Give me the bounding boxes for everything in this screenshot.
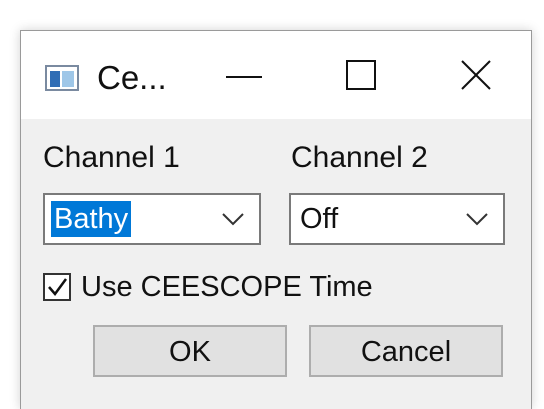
ok-button[interactable]: OK: [93, 325, 287, 377]
channel-dialog: Ce... Channel 1 Channel 2 Bathy Off Use …: [20, 30, 532, 409]
cancel-button[interactable]: Cancel: [309, 325, 503, 377]
chevron-down-icon: [222, 213, 244, 226]
close-button[interactable]: [438, 47, 518, 107]
minimize-button[interactable]: [204, 47, 284, 107]
channel-1-label: Channel 1: [43, 141, 180, 174]
use-time-checkbox[interactable]: [43, 273, 71, 301]
use-time-label[interactable]: Use CEESCOPE Time: [81, 271, 373, 304]
channel-1-selected-value: Bathy: [51, 201, 132, 237]
chevron-down-icon: [466, 213, 488, 226]
app-icon-pane-right: [62, 71, 74, 87]
channel-2-selected-value: Off: [300, 203, 339, 235]
close-icon: [461, 60, 491, 90]
title-bar[interactable]: Ce...: [21, 31, 531, 119]
channel-1-select[interactable]: Bathy: [43, 193, 261, 245]
window-title: Ce...: [97, 59, 167, 96]
maximize-button[interactable]: [321, 47, 401, 107]
channel-2-label: Channel 2: [291, 141, 428, 174]
app-icon-pane-left: [50, 71, 60, 87]
window-app-icon[interactable]: [45, 65, 79, 91]
maximize-icon: [346, 60, 376, 90]
channel-2-select[interactable]: Off: [289, 193, 505, 245]
minimize-icon: [226, 76, 262, 78]
checkmark-icon: [48, 278, 68, 297]
